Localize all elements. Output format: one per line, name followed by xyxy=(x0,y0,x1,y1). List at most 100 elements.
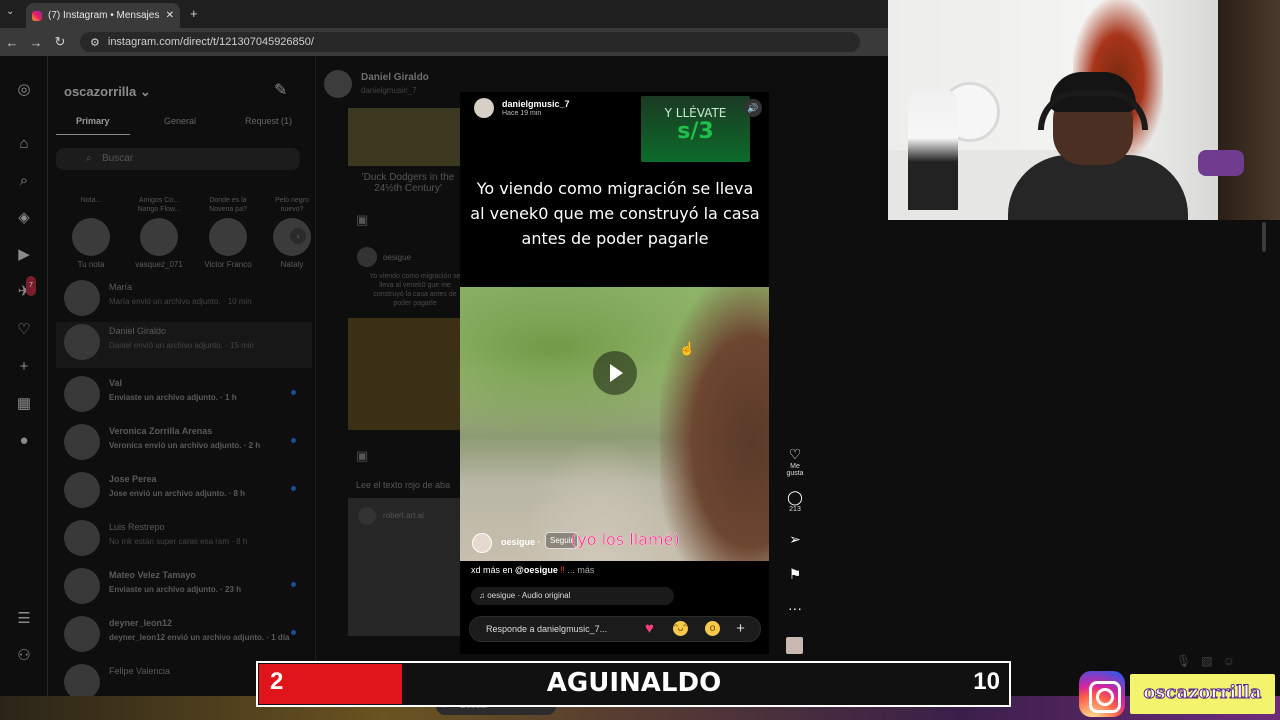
notifications-icon[interactable]: ♡ xyxy=(14,320,34,340)
instagram-favicon-icon xyxy=(32,10,42,21)
conversation-item[interactable]: deyner_leon12 deyner_leon12 envió un arch… xyxy=(64,614,304,660)
chat-handle: danielgmusic_7 xyxy=(361,86,417,95)
composer-icons: 🎙▧☺ xyxy=(1176,654,1245,668)
site-info-icon[interactable]: ⚙ xyxy=(90,36,100,49)
forward-icon[interactable]: → xyxy=(24,35,48,50)
avatar xyxy=(357,247,377,267)
conversation-item-selected[interactable]: Daniel Giraldo Daniel envió un archivo ad… xyxy=(56,322,312,368)
url-field[interactable]: ⚙ instagram.com/direct/t/121307045926850… xyxy=(80,32,860,52)
volume-icon[interactable]: 🔊 xyxy=(744,99,762,117)
heart-reaction-icon[interactable]: ♥ xyxy=(642,621,657,636)
avatar xyxy=(64,568,100,604)
tab-requests[interactable]: Request (1) xyxy=(245,116,292,126)
message-caption: Lee el texto rojo de aba xyxy=(356,480,451,490)
reel-author-avatar[interactable] xyxy=(474,98,494,118)
menu-icon[interactable]: ☰ xyxy=(14,609,34,629)
note-item[interactable]: Nota... Tu nota xyxy=(62,196,120,269)
counter-label: AGUINALDO xyxy=(546,668,722,698)
audio-chip[interactable]: ♫ oesigue · Audio original xyxy=(471,587,674,605)
unread-dot xyxy=(291,390,296,395)
shared-post-thumbnail[interactable] xyxy=(348,108,460,166)
counter-current: 2 xyxy=(270,668,284,695)
chevron-down-icon: ⌄ xyxy=(139,84,151,99)
account-username[interactable]: oscazorrilla ⌄ xyxy=(64,84,151,100)
play-icon[interactable] xyxy=(593,351,637,395)
scrollbar[interactable] xyxy=(1262,222,1266,252)
sticker-icon[interactable]: ☺ xyxy=(1223,654,1245,668)
new-tab-icon[interactable]: + xyxy=(190,6,198,21)
avatar xyxy=(64,424,100,460)
unread-dot xyxy=(291,630,296,635)
counter-goal: 10 xyxy=(973,668,1000,695)
avatar xyxy=(72,218,110,256)
reel-icon: ▣ xyxy=(356,448,369,463)
messages-icon[interactable]: ✈ 7 xyxy=(14,276,36,302)
wow-reaction-icon[interactable]: o xyxy=(705,621,720,636)
chat-title[interactable]: Daniel Giraldo xyxy=(361,72,429,83)
unread-dot xyxy=(291,486,296,491)
avatar xyxy=(64,472,100,508)
video-author[interactable]: oesigue · xyxy=(501,537,541,547)
image-icon[interactable]: ▧ xyxy=(1201,654,1222,668)
tab-title: (7) Instagram • Mensajes xyxy=(48,10,160,21)
instagram-icon[interactable]: ◎ xyxy=(14,80,34,100)
compose-icon[interactable]: ✎ xyxy=(274,80,287,100)
reel-icon: ▣ xyxy=(356,212,369,227)
avatar xyxy=(64,376,100,412)
reels-icon[interactable]: ▶ xyxy=(14,245,34,265)
avatar xyxy=(358,507,376,525)
create-icon[interactable]: + xyxy=(14,357,34,377)
add-reaction-icon[interactable]: + xyxy=(733,621,748,636)
note-item[interactable]: Donde es la Novena pa? Victor Franco xyxy=(199,196,257,269)
mic-icon[interactable]: 🎙 xyxy=(1176,654,1201,668)
conversation-item[interactable]: María María envió un archivo adjunto. · 1… xyxy=(64,278,304,324)
conversation-item[interactable]: Jose Perea Jose envió un archivo adjunto.… xyxy=(64,470,304,516)
conversation-item[interactable]: Veronica Zorrilla Arenas Veronica envió u… xyxy=(64,422,304,468)
more-options-button[interactable]: ··· xyxy=(784,600,806,616)
conversation-item[interactable]: Val Enviaste un archivo adjunto. · 1 h xyxy=(64,374,304,420)
tab-search-icon[interactable]: ⌄ xyxy=(6,6,14,17)
like-button[interactable]: ♡ Me gusta xyxy=(784,446,806,477)
bookmark-icon: ⚑ xyxy=(788,566,802,582)
shared-reel-text: Yo viendo como migración se lleva al ven… xyxy=(369,273,461,307)
conversation-item[interactable]: Luis Restrepo No mk están super caras esa… xyxy=(64,518,304,564)
reel-author[interactable]: danielgmusic_7 xyxy=(502,99,570,109)
laugh-reaction-icon[interactable]: ᵔᴗᵔ xyxy=(673,621,688,636)
comment-button[interactable]: ◯ 213 xyxy=(784,489,806,513)
chat-avatar[interactable] xyxy=(324,70,352,98)
profile-icon[interactable]: ● xyxy=(14,431,34,451)
send-icon: ➢ xyxy=(789,531,801,547)
chevron-right-icon[interactable]: › xyxy=(290,228,306,244)
tab-general[interactable]: General xyxy=(164,116,196,126)
search-input[interactable]: ⌕ Buscar xyxy=(56,148,300,170)
note-item[interactable]: Amigos Co... Nango Flow... vasquez_071 xyxy=(130,196,188,269)
reel-meme-text: Yo viendo como migración se lleva al ven… xyxy=(470,179,760,248)
dashboard-icon[interactable]: ▦ xyxy=(14,394,34,414)
audio-thumbnail[interactable] xyxy=(786,637,803,654)
share-button[interactable]: ➢ xyxy=(784,531,806,548)
home-icon[interactable]: ⌂ xyxy=(14,134,34,154)
reply-placeholder: Responde a danielgmusic_7... xyxy=(486,624,608,634)
more-link[interactable]: ... más xyxy=(567,565,594,575)
reel-video[interactable] xyxy=(460,287,769,561)
save-button[interactable]: ⚑ xyxy=(784,566,806,583)
browser-tab[interactable]: (7) Instagram • Mensajes ✕ xyxy=(26,3,180,28)
threads-icon[interactable]: ⚇ xyxy=(14,646,34,666)
reload-icon[interactable]: ↻ xyxy=(48,34,72,50)
back-icon[interactable]: ← xyxy=(0,35,24,50)
avatar xyxy=(209,218,247,256)
music-note-icon: ♫ xyxy=(479,591,485,600)
search-icon[interactable]: ⌕ xyxy=(14,171,34,191)
comment-icon: ◯ xyxy=(787,489,803,505)
shared-reel-thumbnail[interactable] xyxy=(348,318,460,430)
heart-icon: ♡ xyxy=(788,446,802,462)
promo-banner: Y LLÉVATE s/3 xyxy=(641,96,750,162)
tab-primary[interactable]: Primary xyxy=(76,116,110,126)
conversation-item[interactable]: Mateo Velez Tamayo Enviaste un archivo ad… xyxy=(64,566,304,612)
ellipsis-icon: ··· xyxy=(788,600,802,616)
tab-close-icon[interactable]: ✕ xyxy=(166,10,174,21)
webcam-feed xyxy=(888,0,1280,220)
video-author-avatar[interactable] xyxy=(472,533,492,553)
reel-caption: xd más en @oesigue ‼ ... más xyxy=(471,565,595,575)
explore-icon[interactable]: ◈ xyxy=(14,208,34,228)
